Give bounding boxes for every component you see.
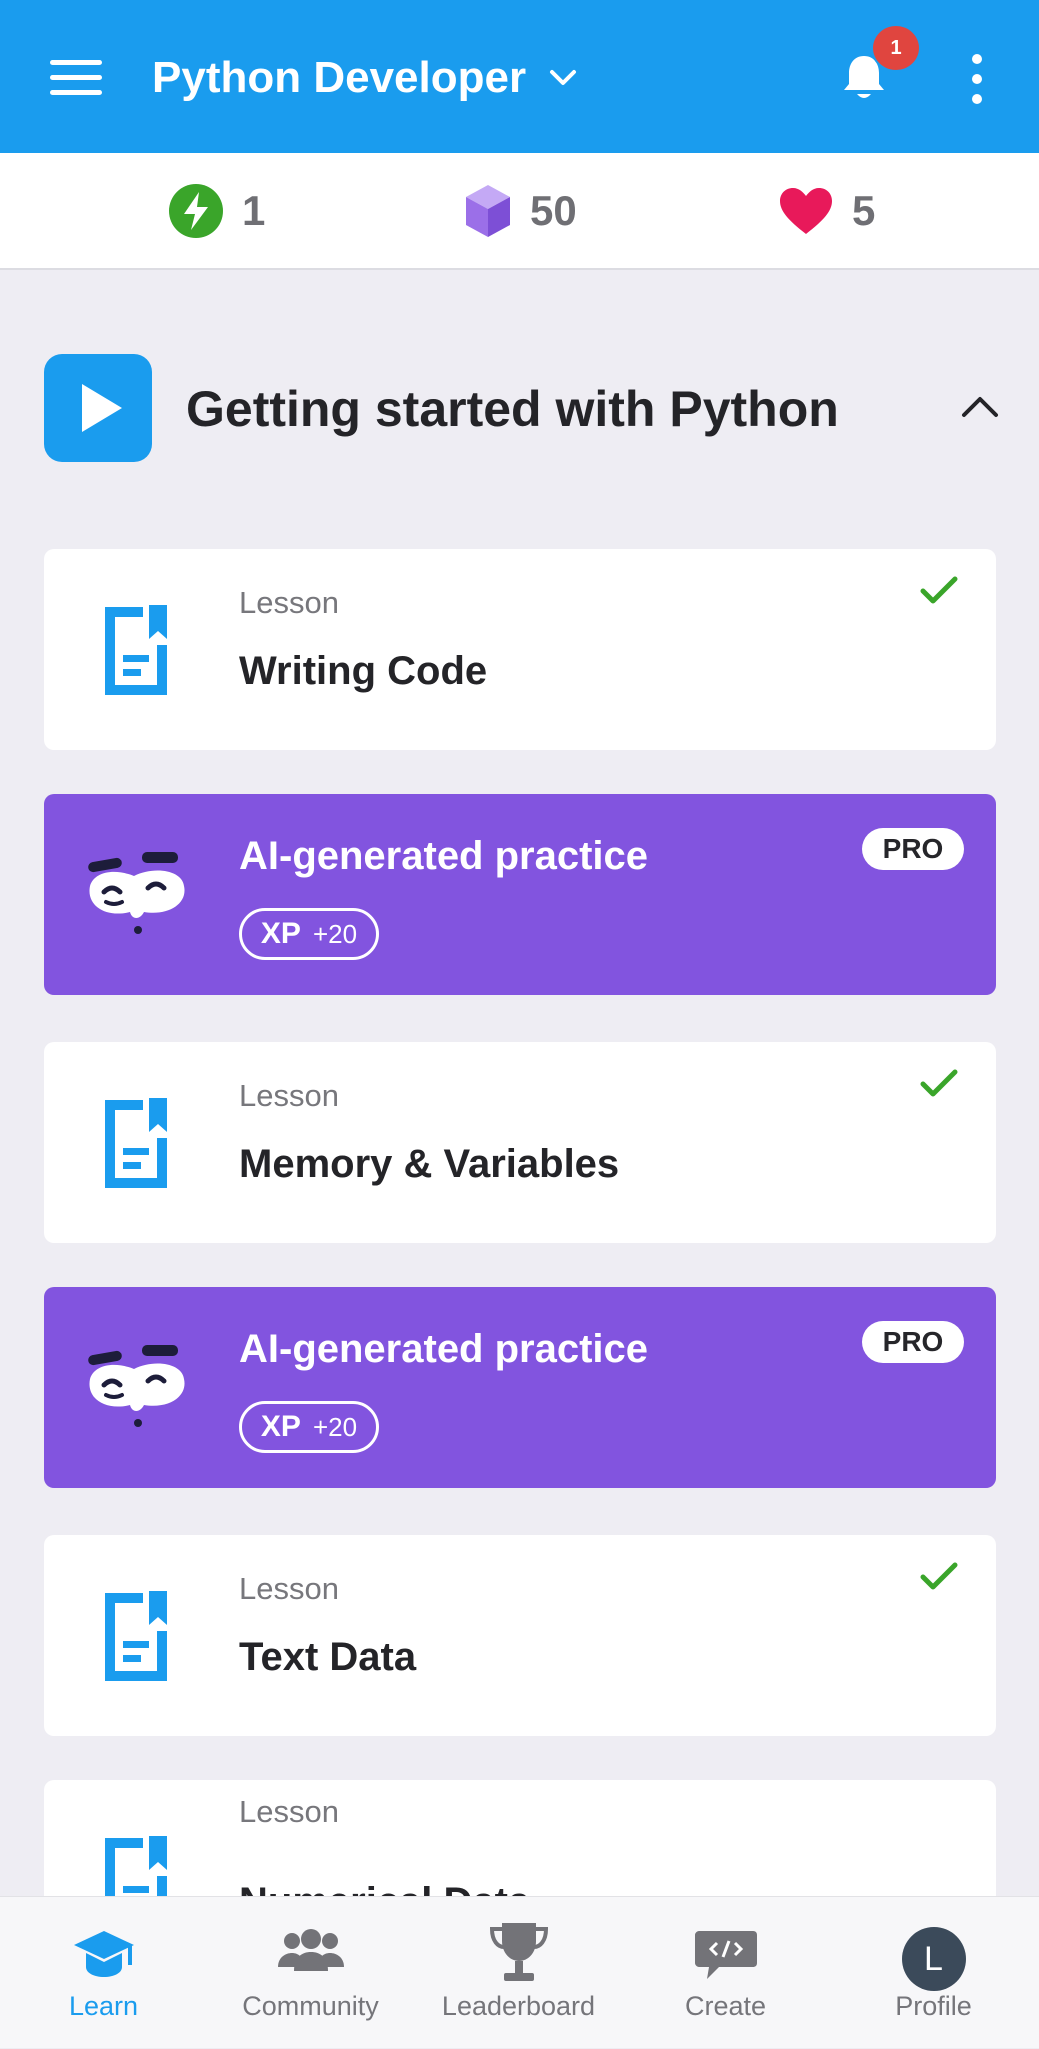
play-icon	[82, 384, 122, 432]
pro-badge: PRO	[862, 828, 964, 870]
card-kicker: Lesson	[239, 1794, 339, 1829]
nav-leaderboard[interactable]: Leaderboard	[415, 1897, 622, 2049]
course-title: Python Developer	[152, 53, 527, 102]
xp-label: XP	[260, 1410, 301, 1443]
nav-community[interactable]: Community	[207, 1897, 414, 2049]
nav-label: Learn	[68, 1991, 139, 2021]
nav-learn[interactable]: Learn	[0, 1897, 207, 2049]
notification-badge: 1	[871, 24, 921, 72]
module-title: Getting started with Python	[186, 381, 839, 437]
card-kicker: Lesson	[239, 1078, 339, 1113]
ai-practice-card[interactable]: AI-generated practice XP +20 PRO	[44, 1287, 996, 1488]
checkmark-icon	[920, 1069, 958, 1097]
module-header[interactable]: Getting started with Python	[44, 354, 1004, 464]
card-kicker: Lesson	[239, 585, 339, 620]
gems-count: 50	[530, 187, 577, 234]
lesson-document-icon	[105, 1591, 167, 1681]
chevron-down-icon	[550, 70, 577, 85]
lightning-icon	[169, 184, 223, 238]
more-options-icon[interactable]	[970, 54, 984, 104]
stats-bar: 1 50 5	[0, 153, 1039, 270]
streak-count: 1	[242, 187, 266, 234]
gems-stat[interactable]: 50	[464, 183, 577, 239]
xp-amount: +20	[312, 918, 358, 949]
lesson-title: Text Data	[239, 1635, 417, 1679]
ai-practice-card[interactable]: AI-generated practice XP +20 PRO	[44, 794, 996, 995]
nav-profile[interactable]: L Profile	[830, 1897, 1037, 2049]
nav-label: Create	[684, 1991, 767, 2021]
lesson-card[interactable]: Lesson Memory & Variables	[44, 1042, 996, 1243]
lesson-title: Memory & Variables	[239, 1142, 620, 1186]
ai-mascot-icon	[88, 852, 185, 934]
graduation-cap-icon	[73, 1931, 134, 1977]
heart-icon	[780, 188, 832, 234]
xp-pill: XP +20	[239, 1401, 379, 1453]
code-bubble-icon	[694, 1931, 757, 1979]
hearts-count: 5	[852, 187, 876, 234]
trophy-icon	[489, 1923, 548, 1981]
course-selector[interactable]: Python Developer	[152, 48, 578, 108]
nav-label: Leaderboard	[441, 1991, 596, 2021]
card-kicker: Lesson	[239, 1571, 339, 1606]
streak-stat[interactable]: 1	[168, 183, 265, 239]
nav-label: Community	[242, 1991, 379, 2021]
avatar: L	[901, 1927, 966, 1991]
checkmark-icon	[920, 1562, 958, 1590]
lesson-document-icon	[105, 605, 167, 695]
gem-cube-icon	[466, 185, 510, 237]
lesson-card[interactable]: Lesson Writing Code	[44, 549, 996, 750]
lesson-document-icon	[105, 1098, 167, 1188]
nav-create[interactable]: Create	[622, 1897, 829, 2049]
xp-amount: +20	[312, 1411, 358, 1442]
nav-label: Profile	[895, 1991, 972, 2021]
chevron-up-icon[interactable]	[960, 392, 1000, 420]
ai-practice-title: AI-generated practice	[239, 834, 649, 878]
ai-mascot-icon	[88, 1345, 185, 1427]
lesson-card[interactable]: Lesson Text Data	[44, 1535, 996, 1736]
app-bar: Python Developer 1	[0, 0, 1039, 153]
xp-label: XP	[260, 917, 301, 950]
checkmark-icon	[920, 576, 958, 604]
people-icon	[277, 1929, 344, 1971]
hearts-stat[interactable]: 5	[778, 183, 875, 239]
ai-practice-title: AI-generated practice	[239, 1327, 649, 1371]
menu-icon[interactable]	[50, 60, 102, 96]
bottom-navigation: Learn Community Leaderboard Create L Pro…	[0, 1896, 1039, 2048]
pro-badge: PRO	[862, 1321, 964, 1363]
xp-pill: XP +20	[239, 908, 379, 960]
play-tile	[44, 354, 152, 462]
lesson-title: Writing Code	[239, 649, 488, 693]
